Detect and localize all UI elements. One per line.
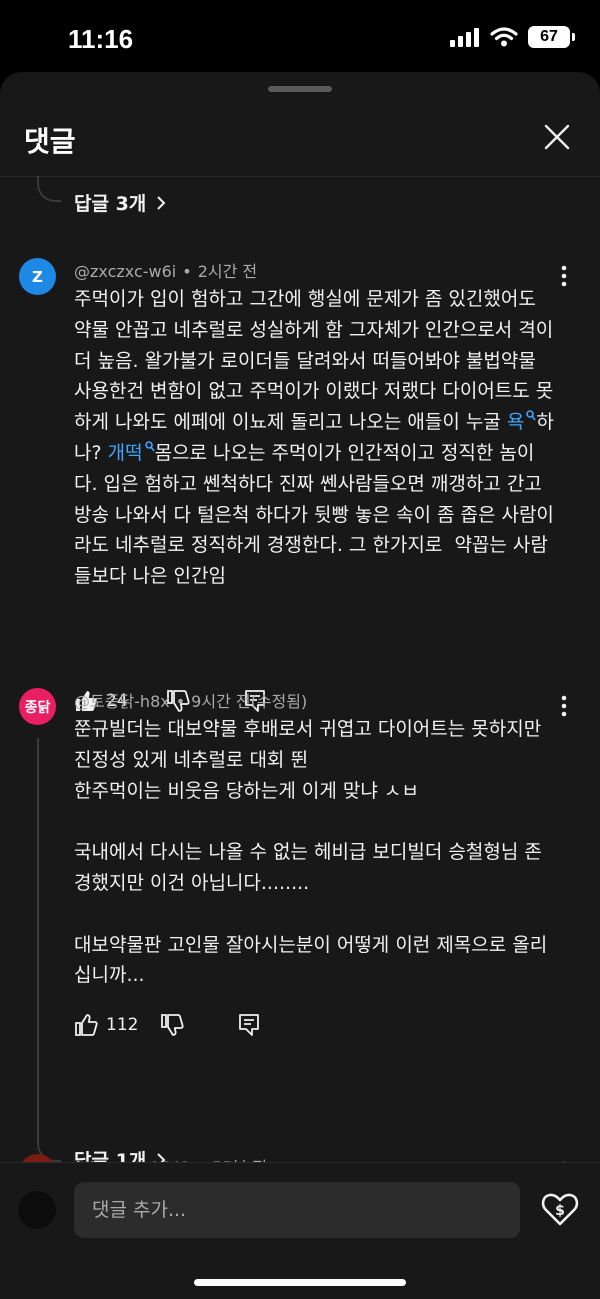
comments-sheet: 댓글 답글 3개 Z @zxczxc-w6i • 2시간 전 주먹이가 입이 험하고… bbox=[0, 72, 600, 1298]
home-indicator bbox=[194, 1279, 406, 1286]
sheet-title: 댓글 bbox=[24, 125, 76, 158]
search-link[interactable]: 욕 bbox=[507, 410, 537, 433]
comment-meta: @zxczxc-w6i • 2시간 전 bbox=[74, 262, 258, 281]
thumbs-up-icon bbox=[75, 1014, 98, 1036]
search-icon bbox=[144, 441, 155, 452]
comment-text: 주먹이가 입이 험하고 그간에 행실에 문제가 좀 있긴했어도 약물 안꼽고 네… bbox=[74, 288, 560, 588]
search-icon bbox=[526, 410, 537, 421]
my-avatar bbox=[18, 1191, 56, 1229]
comment-time: 2시간 전 bbox=[197, 262, 258, 281]
comment-composer: $ bbox=[0, 1162, 600, 1299]
reply-icon bbox=[239, 1014, 260, 1036]
comment-author[interactable]: @토종닭-h8x bbox=[74, 692, 170, 711]
status-time: 11:16 bbox=[68, 24, 134, 54]
battery-indicator: 67 bbox=[528, 26, 575, 48]
replies-label: 답글 3개 bbox=[74, 193, 147, 215]
like-count: 112 bbox=[106, 1015, 139, 1035]
comment-text: 쭌규빌더는 대보약물 후배로서 귀엽고 다이어트는 못하지만 진정성 있게 네추… bbox=[74, 718, 548, 987]
thumbs-down-icon bbox=[161, 1014, 185, 1036]
reply-button[interactable] bbox=[238, 1013, 260, 1037]
more-vert-icon[interactable] bbox=[558, 264, 570, 288]
signal-icon bbox=[450, 28, 479, 47]
header-divider bbox=[0, 176, 600, 177]
avatar[interactable]: 종닭 bbox=[19, 688, 56, 725]
thread-line bbox=[37, 738, 61, 1162]
drag-handle[interactable] bbox=[268, 86, 332, 92]
thread-line bbox=[37, 176, 61, 202]
super-thanks-icon[interactable]: $ bbox=[540, 1189, 580, 1229]
avatar[interactable]: Z bbox=[19, 258, 56, 295]
like-button[interactable]: 112 bbox=[74, 1013, 138, 1037]
comment-time: 9시간 전(수정됨) bbox=[191, 692, 308, 711]
chevron-right-icon bbox=[157, 195, 166, 210]
dislike-button[interactable] bbox=[160, 1013, 185, 1037]
comment-input[interactable] bbox=[74, 1182, 520, 1238]
status-bar: 11:16 67 bbox=[0, 0, 600, 72]
comment-author[interactable]: @zxczxc-w6i bbox=[74, 262, 176, 281]
status-icons: 67 bbox=[450, 26, 575, 48]
more-vert-icon[interactable] bbox=[558, 694, 570, 718]
close-icon[interactable] bbox=[542, 122, 572, 152]
wifi-icon bbox=[490, 27, 518, 47]
search-link[interactable]: 개떡 bbox=[108, 441, 155, 464]
svg-text:$: $ bbox=[555, 1203, 565, 1219]
comment-actions: 112 bbox=[74, 1010, 260, 1040]
comment-meta: @토종닭-h8x • 9시간 전(수정됨) bbox=[74, 692, 308, 711]
replies-toggle-button[interactable]: 답글 3개 bbox=[74, 189, 166, 216]
